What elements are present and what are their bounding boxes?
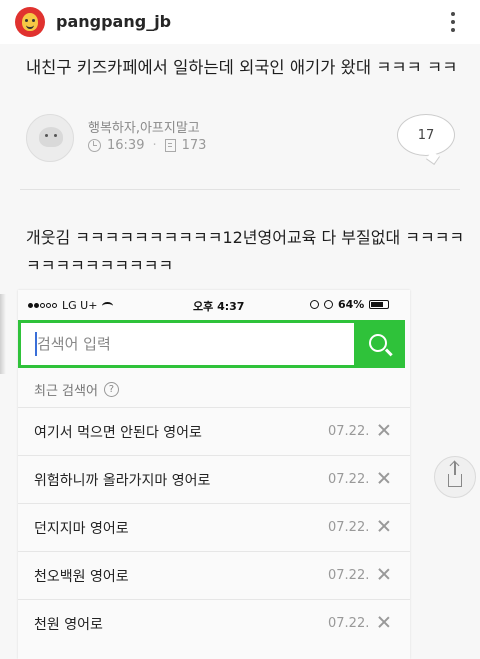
share-button[interactable] (434, 456, 476, 498)
close-icon[interactable] (376, 566, 392, 582)
search-date: 07.22. (328, 424, 370, 439)
search-date: 07.22. (328, 520, 370, 535)
clock-icon (88, 139, 101, 152)
rotation-lock-icon (310, 300, 319, 309)
search-date: 07.22. (328, 616, 370, 631)
comment-count-bubble: 17 (397, 114, 455, 156)
view-count: 173 (181, 138, 207, 153)
post-time: 16:39 (107, 138, 145, 153)
search-icon (369, 333, 387, 352)
close-icon[interactable] (376, 518, 392, 534)
profile-avatar[interactable] (15, 7, 45, 37)
reply-text: 개웃김 ㅋㅋㅋㅋㅋㅋㅋㅋㅋㅋ12년영어교육 다 부질없대 ㅋㅋㅋㅋ ㅋㅋㅋㅋㅋㅋ… (26, 228, 465, 275)
search-term: 여기서 먹으면 안된다 영어로 (34, 424, 202, 441)
battery-percent: 64% (338, 298, 365, 311)
carrier: LG U+ (62, 299, 98, 312)
search-date: 07.22. (328, 472, 370, 487)
search-bar (18, 320, 405, 368)
status-bar: LG U+ 오후 4:37 64% (18, 290, 410, 320)
search-button[interactable] (354, 320, 405, 368)
search-date: 07.22. (328, 568, 370, 583)
signal-icon (28, 303, 57, 308)
alarm-icon (324, 300, 333, 309)
list-item[interactable]: 여기서 먹으면 안된다 영어로 07.22. (18, 407, 410, 455)
divider (20, 189, 460, 190)
status-time: 오후 4:37 (193, 300, 245, 313)
author-avatar (26, 114, 74, 162)
phone-screenshot: LG U+ 오후 4:37 64% 최근 검색어 ? 여기서 먹으면 안된다 영… (18, 290, 410, 659)
recent-searches-list: 여기서 먹으면 안된다 영어로 07.22. 위험하니까 올라가지마 영어로 0… (18, 407, 410, 647)
battery-icon (369, 300, 390, 309)
close-icon[interactable] (376, 470, 392, 486)
search-term: 던지지마 영어로 (34, 520, 129, 537)
help-icon[interactable]: ? (103, 381, 119, 397)
search-input[interactable] (21, 323, 354, 365)
close-icon[interactable] (376, 614, 392, 630)
more-vertical-icon[interactable] (448, 8, 458, 36)
post-title: 내친구 키즈카페에서 일하는데 외국인 애기가 왔대 ㅋㅋㅋ ㅋㅋ (26, 58, 458, 77)
author-name: 행복하자,아프지말고 (88, 121, 200, 136)
post-meta: 16:39 · 173 (88, 138, 206, 153)
search-term: 천오백원 영어로 (34, 568, 129, 585)
username[interactable]: pangpang_jb (56, 12, 171, 31)
simpsons-avatar-icon (22, 13, 38, 31)
wifi-icon (102, 301, 114, 310)
share-icon (448, 461, 462, 487)
views-icon (164, 139, 176, 152)
close-icon[interactable] (376, 422, 392, 438)
post-photo: 내친구 키즈카페에서 일하는데 외국인 애기가 왔대 ㅋㅋㅋ ㅋㅋ 행복하자,아… (0, 44, 480, 659)
instagram-header: pangpang_jb (0, 0, 480, 44)
list-item[interactable]: 천원 영어로 07.22. (18, 599, 410, 647)
comment-count: 17 (417, 127, 435, 143)
recent-searches-label: 최근 검색어 (34, 383, 98, 399)
recent-searches-header: 최근 검색어 ? (18, 371, 410, 407)
list-item[interactable]: 천오백원 영어로 07.22. (18, 551, 410, 599)
search-term: 천원 영어로 (34, 616, 103, 633)
list-item[interactable]: 위험하니까 올라가지마 영어로 07.22. (18, 455, 410, 503)
list-item[interactable]: 던지지마 영어로 07.22. (18, 503, 410, 551)
cat-avatar-icon (39, 127, 63, 147)
search-term: 위험하니까 올라가지마 영어로 (34, 472, 211, 489)
